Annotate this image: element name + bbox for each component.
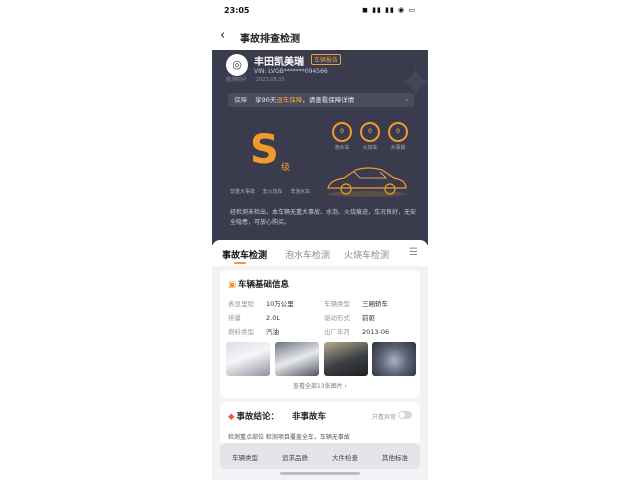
- car-photo-side[interactable]: [275, 342, 319, 376]
- tab-accident[interactable]: 事故车检测: [222, 248, 267, 261]
- chevron-left-icon[interactable]: ‹: [220, 28, 225, 43]
- view-all-photos-link[interactable]: 查看全部13张图片 ›: [220, 381, 420, 390]
- toyota-logo-icon: ◎: [226, 54, 248, 76]
- field-type: 车辆类型 三厢轿车: [324, 300, 388, 308]
- gauge-accident: 0 大事故: [378, 122, 418, 151]
- menu-icon[interactable]: ☰: [409, 247, 418, 258]
- basic-info-card: ▣ 车辆基础信息 表显里程 10万公里 车辆类型 三厢轿车 排量 2.0L 驱动形式 前驱…: [220, 270, 420, 398]
- gauge-ring: 0: [360, 122, 380, 142]
- bottom-item[interactable]: 追求品质: [270, 452, 320, 462]
- gauge-ring: 0: [388, 122, 408, 142]
- accident-conclusion-card: ◆ 事故结论： 非事故车 只看异常 检测重点部位 检测项目覆盖全车，车辆无事故: [220, 402, 420, 444]
- home-indicator: [280, 472, 360, 475]
- info-icon: ▣: [228, 280, 237, 290]
- bottom-item[interactable]: 大件检查: [320, 452, 370, 462]
- inspection-date: 检测时间 2023.08.05: [226, 76, 285, 83]
- grade-suffix: 级: [281, 163, 291, 173]
- car-brand: 丰田凯美瑞: [254, 57, 304, 68]
- field-displacement: 排量 2.0L: [228, 314, 280, 322]
- status-time: 23:05: [224, 6, 250, 15]
- field-drive: 驱动形式 前驱: [324, 314, 375, 322]
- bottom-bar: 车辆类型 追求品质 大件检查 其他标准: [220, 443, 420, 469]
- conclusion-detail: 检测重点部位 检测项目覆盖全车，车辆无事故: [228, 434, 350, 441]
- date-label: 检测时间: [226, 77, 247, 83]
- field-fuel: 燃料类型 汽油: [228, 328, 279, 336]
- card-title: ▣ 车辆基础信息: [228, 280, 290, 290]
- vin-number: VIN: LVGB*******094566: [254, 68, 328, 75]
- car-photo-dashboard[interactable]: [372, 342, 416, 376]
- field-mileage: 表显里程 10万公里: [228, 300, 294, 308]
- chip: 非泡水车: [290, 189, 311, 195]
- page-title: 事故排查检测: [240, 34, 300, 45]
- result-chips: 非重大事故 非火烧车 非泡水车: [230, 188, 316, 195]
- report-hero: ✦ ◎ 丰田凯美瑞 车辆报告 VIN: LVGB*******094566 检测…: [212, 50, 428, 245]
- tab-flood[interactable]: 泡水车检测: [285, 248, 330, 261]
- car-photo-front[interactable]: [226, 342, 270, 376]
- chip: 非重大事故: [230, 189, 256, 195]
- tab-bar: 事故车检测 泡水车检测 火烧车检测 ☰: [212, 240, 428, 266]
- top-nav: ‹ 事故排查检测: [212, 22, 428, 50]
- result-description: 经检测未检出，本车辆无重大事故、水泡、火烧痕迹，车况良好，无安全隐患，可放心购买…: [230, 209, 417, 226]
- bottom-item[interactable]: 其他标准: [370, 452, 420, 462]
- car-photo-interior[interactable]: [324, 342, 368, 376]
- abnormal-only-label: 只看异常: [371, 414, 396, 421]
- guarantee-banner[interactable]: 保障 享90天退车保障，请查看保障详情 ›: [228, 93, 414, 107]
- chip: 非火烧车: [262, 189, 283, 195]
- bottom-item[interactable]: 车辆类型: [220, 452, 270, 462]
- gauge-label: 大事故: [390, 145, 406, 151]
- grade-letter: S: [250, 127, 279, 173]
- guarantee-text: 享90天退车保障，请查看保障详情: [255, 96, 355, 104]
- abnormal-only-toggle[interactable]: [398, 411, 412, 419]
- date-value: 2023.08.05: [256, 77, 285, 83]
- conclusion-value: 非事故车: [292, 412, 327, 422]
- status-icons: ◼ ▮▮ ▮▮ ◉ ▭: [362, 6, 416, 14]
- report-tag: 车辆报告: [311, 54, 342, 65]
- guarantee-label: 保障: [234, 96, 247, 104]
- status-bar: 23:05 ◼ ▮▮ ▮▮ ◉ ▭: [212, 0, 428, 22]
- gauge-ring: 0: [332, 122, 352, 142]
- conclusion-title: ◆ 事故结论：: [228, 412, 280, 422]
- field-production-date: 出厂年月 2013-06: [324, 328, 390, 336]
- car-wireframe-icon: [327, 167, 407, 197]
- chevron-right-icon: ›: [405, 96, 408, 104]
- tab-fire[interactable]: 火烧车检测: [344, 248, 389, 261]
- tab-underline: [234, 262, 246, 264]
- phone-screen: 23:05 ◼ ▮▮ ▮▮ ◉ ▭ ‹ 事故排查检测 ✦ ◎ 丰田凯美瑞 车辆报…: [212, 0, 428, 480]
- alert-icon: ◆: [228, 412, 235, 422]
